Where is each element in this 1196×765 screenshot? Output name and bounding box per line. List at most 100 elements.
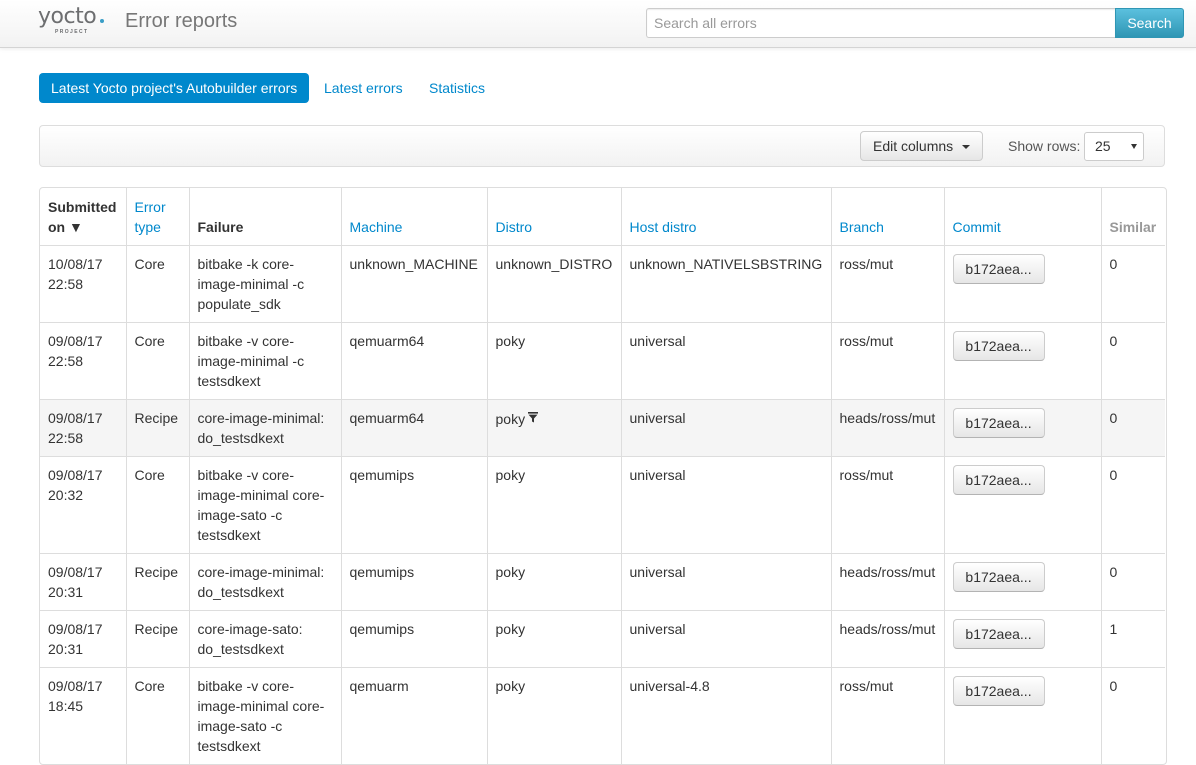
error-type-cell: Recipe bbox=[125, 399, 189, 457]
tab-statistics[interactable]: Statistics bbox=[429, 73, 485, 103]
table-row[interactable]: 09/08/17 20:31 Recipe core-image-minimal… bbox=[40, 553, 1165, 611]
error-type-cell: Core bbox=[125, 667, 189, 764]
commit-cell: b172aea... bbox=[943, 322, 1101, 400]
similar-cell: 0 bbox=[1100, 245, 1165, 323]
table-row[interactable]: 09/08/17 20:32 Core bitbake -v core-imag… bbox=[40, 456, 1165, 554]
table-toolbar: Edit columns Show rows: 25 bbox=[39, 125, 1165, 167]
distro-value: poky bbox=[495, 411, 526, 427]
search-button[interactable]: Search bbox=[1115, 8, 1184, 38]
column-header-host-distro[interactable]: Host distro bbox=[620, 188, 831, 246]
similar-cell: 0 bbox=[1100, 399, 1165, 457]
distro-cell: poky bbox=[486, 322, 621, 400]
machine-cell: qemumips bbox=[340, 553, 487, 611]
column-header-branch[interactable]: Branch bbox=[830, 188, 944, 246]
branch-cell: ross/mut bbox=[830, 667, 944, 764]
host-distro-cell: universal bbox=[620, 456, 831, 554]
failure-cell: core-image-minimal: do_testsdkext bbox=[188, 553, 341, 611]
host-distro-cell: universal bbox=[620, 553, 831, 611]
commit-button[interactable]: b172aea... bbox=[952, 676, 1045, 706]
host-distro-cell: universal bbox=[620, 322, 831, 400]
submitted-cell: 09/08/17 22:58 bbox=[40, 399, 126, 457]
failure-cell: bitbake -v core-image-minimal -c testsdk… bbox=[188, 322, 341, 400]
commit-button[interactable]: b172aea... bbox=[952, 465, 1045, 495]
similar-cell: 0 bbox=[1100, 322, 1165, 400]
host-distro-cell: unknown_NATIVELSBSTRING bbox=[620, 245, 831, 323]
select-arrow-icon bbox=[1131, 144, 1137, 149]
machine-cell: qemumips bbox=[340, 610, 487, 668]
error-type-cell: Recipe bbox=[125, 610, 189, 668]
host-distro-cell: universal-4.8 bbox=[620, 667, 831, 764]
submitted-cell: 09/08/17 18:45 bbox=[40, 667, 126, 764]
column-header-submitted-on[interactable]: Submitted on ▼ bbox=[40, 188, 126, 246]
logo-subtext: PROJECT bbox=[55, 29, 89, 35]
machine-cell: unknown_MACHINE bbox=[340, 245, 487, 323]
branch-cell: ross/mut bbox=[830, 322, 944, 400]
similar-cell: 0 bbox=[1100, 456, 1165, 554]
show-rows-value: 25 bbox=[1095, 138, 1111, 154]
edit-columns-button[interactable]: Edit columns bbox=[860, 131, 983, 161]
distro-cell: poky bbox=[486, 610, 621, 668]
distro-cell: poky bbox=[486, 667, 621, 764]
show-rows-label: Show rows: bbox=[1008, 138, 1081, 154]
commit-cell: b172aea... bbox=[943, 456, 1101, 554]
table-row[interactable]: 09/08/17 22:58 Recipe core-image-minimal… bbox=[40, 399, 1165, 457]
column-header-error-type[interactable]: Error type bbox=[125, 188, 189, 246]
commit-button[interactable]: b172aea... bbox=[952, 562, 1045, 592]
error-type-cell: Core bbox=[125, 456, 189, 554]
yocto-logo[interactable]: yocto PROJECT bbox=[38, 4, 110, 38]
edit-columns-label: Edit columns bbox=[873, 138, 954, 154]
branch-cell: ross/mut bbox=[830, 456, 944, 554]
failure-cell: bitbake -v core-image-minimal core-image… bbox=[188, 456, 341, 554]
logo-dot-icon bbox=[100, 19, 104, 23]
column-header-machine[interactable]: Machine bbox=[340, 188, 487, 246]
table-row[interactable]: 09/08/17 20:31 Recipe core-image-sato: d… bbox=[40, 610, 1165, 668]
caret-down-icon bbox=[962, 145, 970, 149]
failure-cell: core-image-minimal: do_testsdkext bbox=[188, 399, 341, 457]
similar-cell: 0 bbox=[1100, 553, 1165, 611]
table-row[interactable]: 10/08/17 22:58 Core bitbake -k core-imag… bbox=[40, 245, 1165, 323]
machine-cell: qemumips bbox=[340, 456, 487, 554]
column-header-failure: Failure bbox=[188, 188, 341, 246]
distro-cell: poky bbox=[486, 553, 621, 611]
submitted-cell: 09/08/17 20:31 bbox=[40, 610, 126, 668]
column-header-similar: Similar bbox=[1100, 188, 1165, 246]
failure-cell: core-image-sato: do_testsdkext bbox=[188, 610, 341, 668]
distro-cell: poky bbox=[486, 456, 621, 554]
similar-cell: 1 bbox=[1100, 610, 1165, 668]
commit-button[interactable]: b172aea... bbox=[952, 254, 1045, 284]
distro-cell: unknown_DISTRO bbox=[486, 245, 621, 323]
host-distro-cell: universal bbox=[620, 399, 831, 457]
commit-cell: b172aea... bbox=[943, 610, 1101, 668]
table-header-row: Submitted on ▼ Error type Failure Machin… bbox=[40, 188, 1165, 246]
table-row[interactable]: 09/08/17 22:58 Core bitbake -v core-imag… bbox=[40, 322, 1165, 400]
page-title: Error reports bbox=[125, 10, 238, 32]
submitted-cell: 09/08/17 20:31 bbox=[40, 553, 126, 611]
column-header-commit[interactable]: Commit bbox=[943, 188, 1101, 246]
commit-button[interactable]: b172aea... bbox=[952, 408, 1045, 438]
error-type-cell: Core bbox=[125, 322, 189, 400]
column-header-distro[interactable]: Distro bbox=[486, 188, 621, 246]
error-type-cell: Core bbox=[125, 245, 189, 323]
commit-cell: b172aea... bbox=[943, 245, 1101, 323]
tab-latest-errors[interactable]: Latest errors bbox=[324, 73, 403, 103]
submitted-cell: 10/08/17 22:58 bbox=[40, 245, 126, 323]
distro-cell: poky bbox=[486, 399, 621, 457]
failure-cell: bitbake -v core-image-minimal core-image… bbox=[188, 667, 341, 764]
branch-cell: heads/ross/mut bbox=[830, 399, 944, 457]
branch-cell: heads/ross/mut bbox=[830, 610, 944, 668]
show-rows-select[interactable]: 25 bbox=[1084, 132, 1144, 161]
submitted-cell: 09/08/17 20:32 bbox=[40, 456, 126, 554]
submitted-cell: 09/08/17 22:58 bbox=[40, 322, 126, 400]
error-type-cell: Recipe bbox=[125, 553, 189, 611]
machine-cell: qemuarm bbox=[340, 667, 487, 764]
commit-button[interactable]: b172aea... bbox=[952, 619, 1045, 649]
table-row[interactable]: 09/08/17 18:45 Core bitbake -v core-imag… bbox=[40, 667, 1165, 764]
commit-button[interactable]: b172aea... bbox=[952, 331, 1045, 361]
similar-cell: 0 bbox=[1100, 667, 1165, 764]
machine-cell: qemuarm64 bbox=[340, 399, 487, 457]
tab-autobuilder-errors[interactable]: Latest Yocto project's Autobuilder error… bbox=[39, 73, 310, 103]
filter-icon[interactable] bbox=[528, 408, 539, 428]
machine-cell: qemuarm64 bbox=[340, 322, 487, 400]
search-input[interactable] bbox=[646, 8, 1115, 38]
errors-table: Submitted on ▼ Error type Failure Machin… bbox=[39, 187, 1167, 765]
